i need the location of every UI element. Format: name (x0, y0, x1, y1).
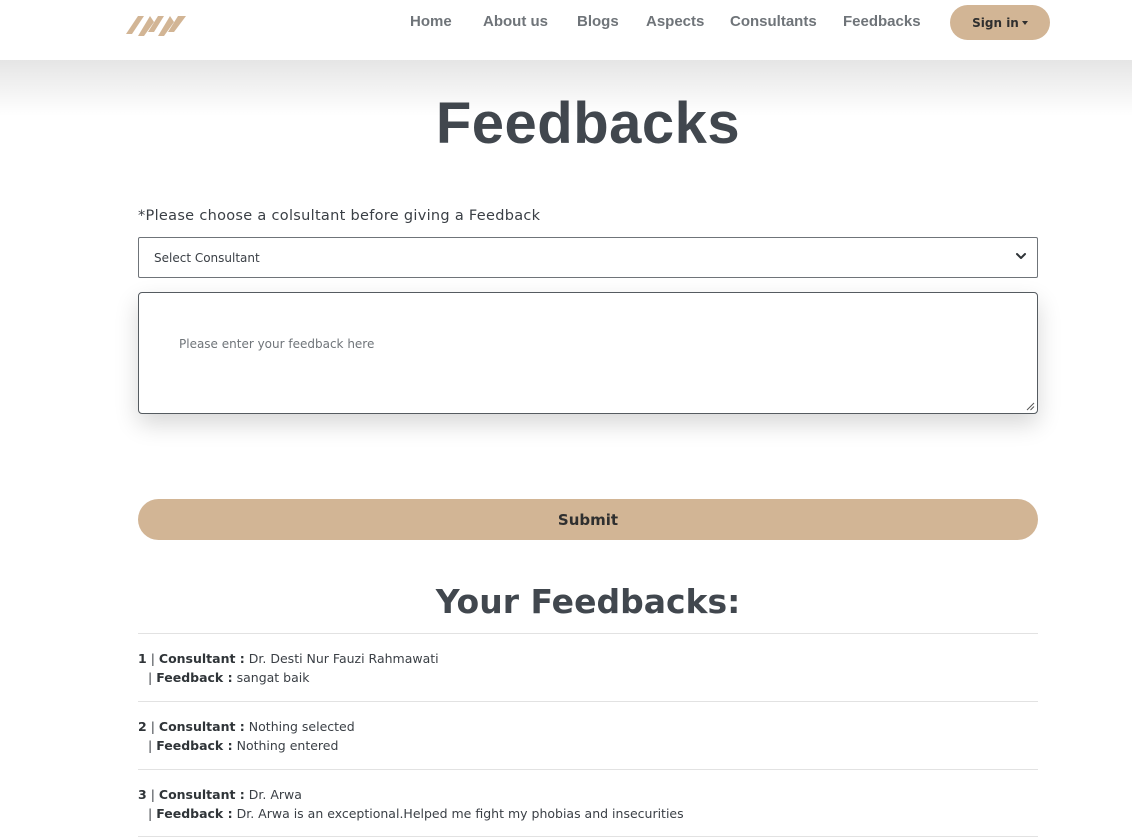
feedback-text: Dr. Arwa is an exceptional.Helped me fig… (236, 806, 684, 821)
nav-blogs[interactable]: Blogs (577, 13, 619, 30)
consultant-label: Consultant : (158, 651, 245, 666)
feedback-text-line: | Feedback : sangat baik (148, 670, 309, 685)
list-item: 2 | Consultant : Nothing selected | Feed… (138, 701, 1038, 769)
nav-about-us[interactable]: About us (483, 13, 548, 30)
feedback-text-line: | Feedback : Dr. Arwa is an exceptional.… (148, 806, 684, 821)
chevron-down-icon (1016, 253, 1026, 259)
consultant-name: Nothing selected (248, 719, 355, 734)
feedback-label: Feedback : (156, 670, 233, 685)
feedback-text-line: | Feedback : Nothing entered (148, 738, 338, 753)
sign-in-label: Sign in (972, 15, 1019, 30)
separator: | (150, 651, 155, 666)
feedback-consultant-line: 2 | Consultant : Nothing selected (138, 719, 355, 734)
consultant-name: Dr. Desti Nur Fauzi Rahmawati (248, 651, 439, 666)
submit-button[interactable]: Submit (138, 499, 1038, 540)
header-shadow (0, 60, 1132, 116)
separator: | (148, 806, 153, 821)
consultant-note: *Please choose a colsultant before givin… (138, 208, 541, 224)
list-item: 1 | Consultant : Dr. Desti Nur Fauzi Rah… (138, 633, 1038, 701)
feedback-text: sangat baik (236, 670, 310, 685)
nav-feedbacks[interactable]: Feedbacks (843, 13, 921, 30)
caret-down-icon (1021, 20, 1028, 25)
feedback-number: 3 (138, 787, 147, 802)
feedback-label: Feedback : (156, 806, 233, 821)
feedback-placeholder: Please enter your feedback here (179, 337, 375, 351)
separator: | (148, 738, 153, 753)
feedback-consultant-line: 3 | Consultant : Dr. Arwa (138, 787, 302, 802)
consultant-select-value: Select Consultant (154, 251, 260, 265)
consultant-select[interactable]: Select Consultant (138, 237, 1038, 278)
nav-consultants[interactable]: Consultants (730, 13, 817, 30)
your-feedbacks-title: Your Feedbacks: (435, 582, 741, 621)
feedback-consultant-line: 1 | Consultant : Dr. Desti Nur Fauzi Rah… (138, 651, 439, 666)
feedback-textarea[interactable]: Please enter your feedback here (138, 292, 1038, 414)
feedback-number: 2 (138, 719, 147, 734)
separator: | (150, 787, 155, 802)
feedback-list: 1 | Consultant : Dr. Desti Nur Fauzi Rah… (138, 633, 1038, 837)
feedback-number: 1 (138, 651, 147, 666)
consultant-label: Consultant : (158, 719, 245, 734)
nav-home[interactable]: Home (410, 13, 452, 30)
list-item: 3 | Consultant : Dr. Arwa | Feedback : D… (138, 769, 1038, 837)
resize-handle-icon[interactable] (1025, 401, 1035, 411)
brand-logo-icon[interactable] (124, 6, 190, 40)
separator: | (148, 670, 153, 685)
navbar: Home About us Blogs Aspects Consultants … (0, 0, 1132, 60)
feedback-label: Feedback : (156, 738, 233, 753)
nav-aspects[interactable]: Aspects (646, 13, 704, 30)
feedback-text: Nothing entered (236, 738, 339, 753)
consultant-name: Dr. Arwa (248, 787, 302, 802)
consultant-label: Consultant : (158, 787, 245, 802)
separator: | (150, 719, 155, 734)
sign-in-dropdown-button[interactable]: Sign in (950, 5, 1050, 40)
